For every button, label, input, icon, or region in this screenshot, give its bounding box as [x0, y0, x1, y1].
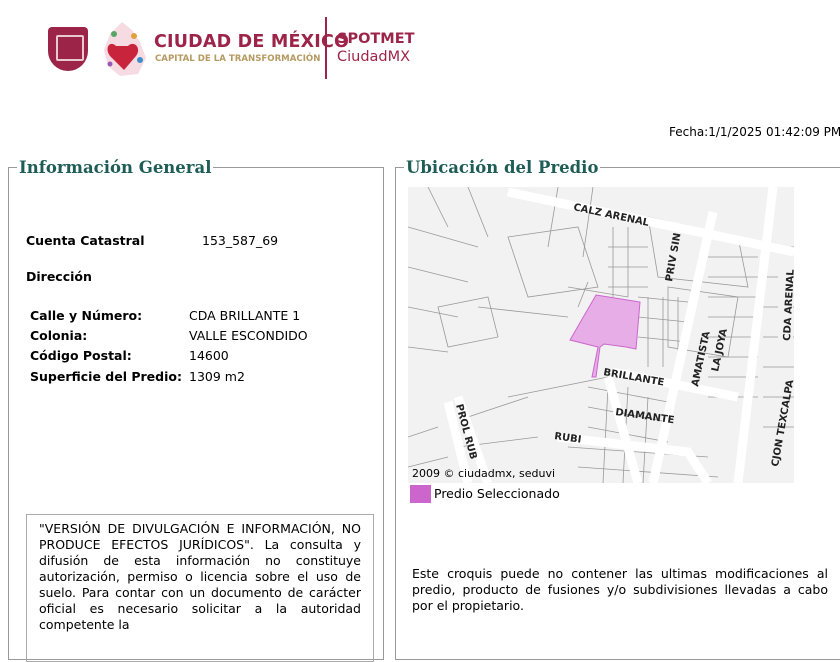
date-stamp: Fecha:1/1/2025 01:42:09 PM — [669, 125, 840, 139]
app-subtitle: CiudadMX — [337, 49, 411, 65]
disclaimer-box: "VERSIÓN DE DIVULGACIÓN E INFORMACIÓN, N… — [26, 514, 374, 662]
location-title: Ubicación del Predio — [406, 158, 599, 177]
cuenta-value: 153_587_69 — [202, 233, 279, 248]
street-label: CJON TEXCALPA — [770, 379, 794, 468]
legend-swatch — [410, 485, 431, 503]
field-label: Calle y Número: — [30, 308, 143, 323]
street-label: LA JOYA — [710, 328, 730, 373]
street-label: PRIV SIN — [664, 232, 683, 282]
legend-label: Predio Seleccionado — [434, 486, 560, 501]
field-label: Código Postal: — [30, 348, 132, 363]
field-value: VALLE ESCONDIDO — [189, 328, 308, 343]
general-info-title: Información General — [19, 158, 212, 177]
street-label: CALZ ARENAL — [572, 202, 650, 229]
cdmx-shield-logo — [48, 27, 88, 71]
field-label: Colonia: — [30, 328, 88, 343]
field-value: 1309 m2 — [189, 369, 245, 384]
map-copyright: 2009 © ciudadmx, seduvi — [412, 467, 556, 480]
cdmx-heart-logo — [104, 22, 146, 76]
field-value: 14600 — [189, 348, 229, 363]
logo-subtitle: CAPITAL DE LA TRANSFORMACIÓN — [155, 54, 321, 64]
field-value: CDA BRILLANTE 1 — [189, 308, 301, 323]
app-name: SPOTMET — [337, 31, 415, 47]
map-note: Este croquis puede no contener las ultim… — [412, 566, 828, 613]
street-label: AMATISTA — [690, 330, 712, 387]
logo-divider — [325, 17, 327, 79]
street-label: RUBI — [554, 431, 582, 446]
field-label: Superficie del Predio: — [30, 369, 182, 384]
logo-title: CIUDAD DE MÉXICO — [154, 32, 350, 52]
direccion-label: Dirección — [26, 269, 92, 284]
cuenta-label: Cuenta Catastral — [26, 233, 145, 248]
location-map[interactable]: CALZ ARENAL PRIV SIN AMATISTA LA JOYA CD… — [408, 187, 794, 483]
